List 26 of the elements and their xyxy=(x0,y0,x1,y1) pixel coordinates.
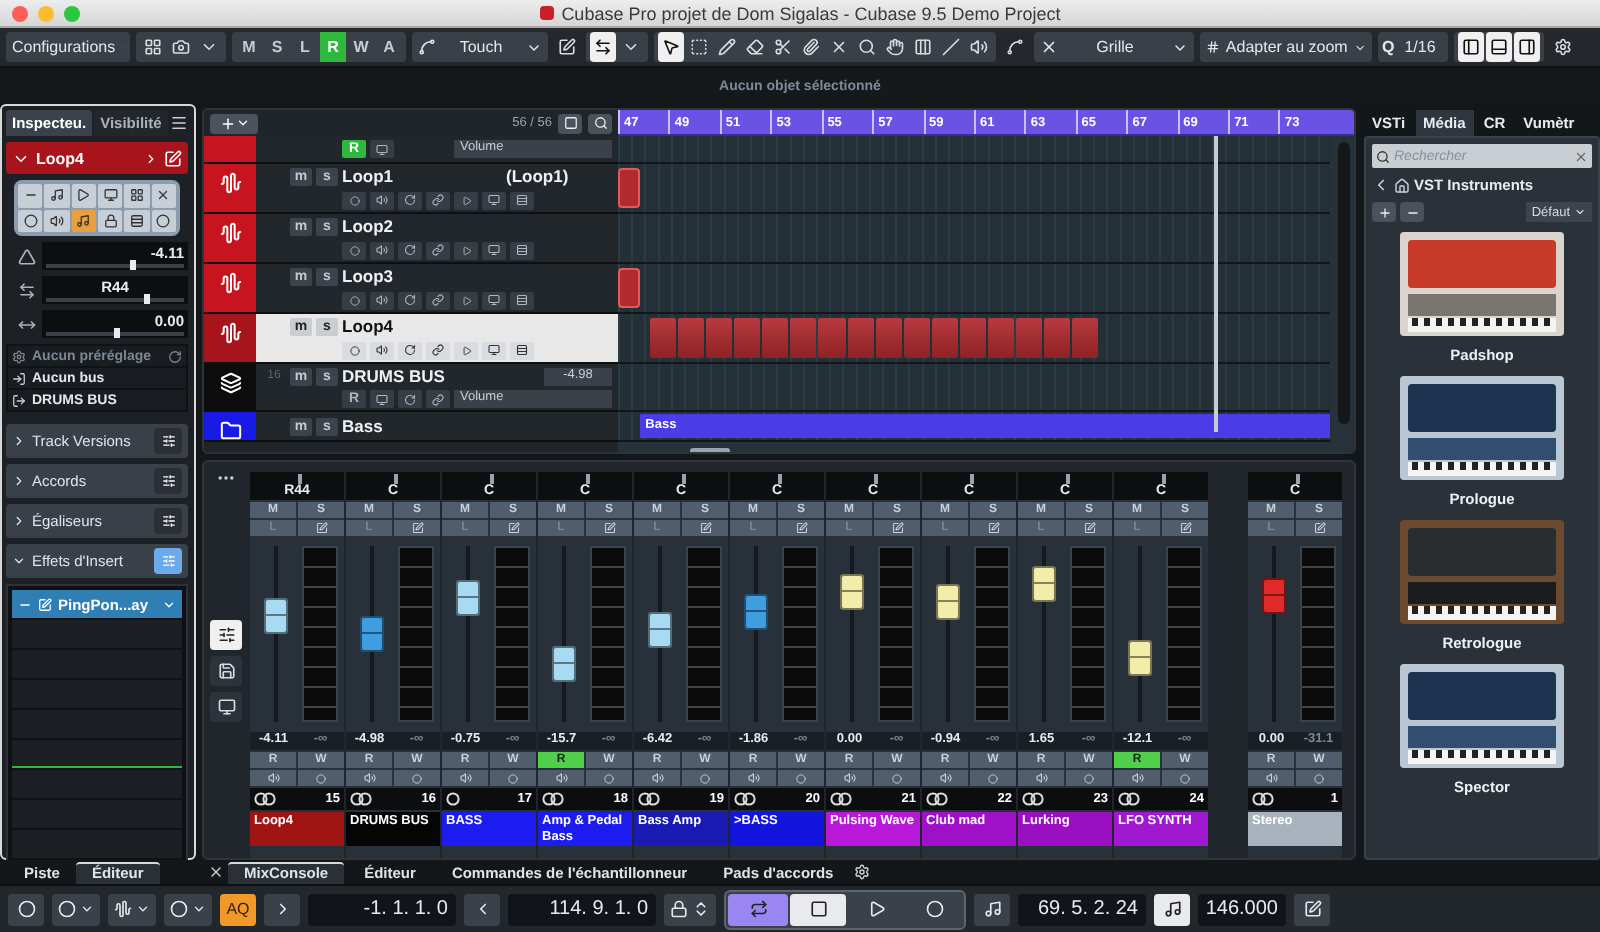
mode-button[interactable]: A xyxy=(376,32,402,62)
auto-quantize-button[interactable]: AQ xyxy=(220,893,256,925)
track-name[interactable]: Bass xyxy=(342,416,502,436)
configurations-dropdown[interactable]: Configurations xyxy=(6,32,130,62)
track-name[interactable]: DRUMS BUS xyxy=(342,366,502,386)
mode-button[interactable]: S xyxy=(264,32,290,62)
right-locator-display[interactable]: 114. 9. 1. 0 xyxy=(508,893,656,925)
left-locator-display[interactable]: -1. 1. 1. 0 xyxy=(308,893,456,925)
quantize-value[interactable]: 1/16 xyxy=(1396,38,1444,56)
window-title: Cubase Pro projet de Dom Sigalas - Cubase 9.5 Demo Project xyxy=(561,3,1061,23)
track-name[interactable]: Loop4 xyxy=(342,316,502,336)
mode-button[interactable]: M xyxy=(236,32,262,62)
position-display[interactable]: 69. 5. 2. 24 xyxy=(1018,893,1146,925)
track-comment: (Loop1) xyxy=(506,166,569,186)
automation-mode-dropdown[interactable]: Touch xyxy=(412,32,548,62)
mode-button[interactable]: W xyxy=(348,32,374,62)
grid-mode-dropdown[interactable]: Adapter au zoom xyxy=(1200,32,1372,62)
mode-button[interactable]: L xyxy=(292,32,318,62)
track-name[interactable]: Loop2 xyxy=(342,216,502,236)
track-header[interactable]: Loop4 xyxy=(6,142,188,174)
tempo-display[interactable]: 146.000 xyxy=(1198,893,1286,925)
track-name[interactable]: Loop1 xyxy=(342,166,502,186)
track-name[interactable]: Loop3 xyxy=(342,266,502,286)
track-name: Loop4 xyxy=(36,149,86,167)
quantize-label: Q xyxy=(1382,38,1395,56)
snap-type-dropdown[interactable]: Grille xyxy=(1034,32,1194,62)
